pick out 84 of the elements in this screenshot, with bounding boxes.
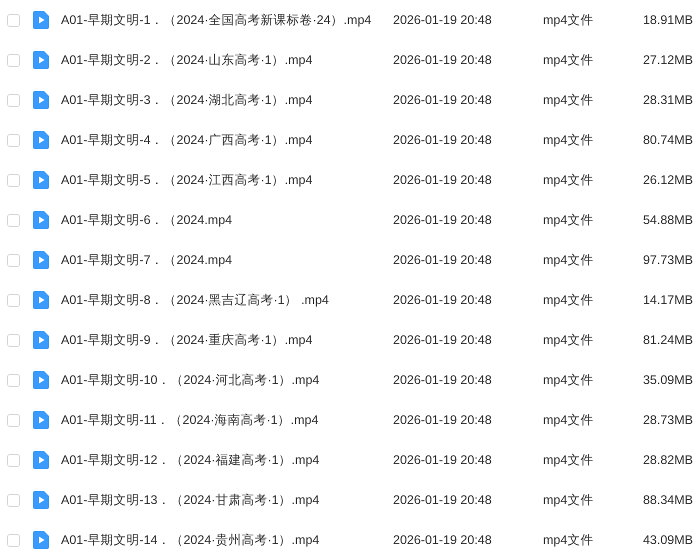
video-file-icon (33, 171, 49, 189)
file-type: mp4文件 (543, 532, 594, 548)
video-file-icon (33, 251, 49, 269)
file-type: mp4文件 (543, 12, 594, 28)
checkbox[interactable] (7, 414, 20, 426)
file-size: 28.73MB (642, 413, 693, 427)
modified-date: 2026-01-19 20:48 (393, 253, 493, 267)
checkbox[interactable] (7, 54, 20, 66)
file-type: mp4文件 (543, 332, 594, 348)
file-type: mp4文件 (543, 292, 594, 308)
checkbox[interactable] (7, 494, 20, 506)
file-size: 80.74MB (642, 133, 693, 147)
file-size: 35.09MB (642, 373, 693, 387)
checkbox[interactable] (7, 454, 20, 466)
video-file-icon (33, 51, 49, 69)
file-size: 81.24MB (642, 333, 693, 347)
modified-date: 2026-01-19 20:48 (393, 293, 493, 307)
modified-date: 2026-01-19 20:48 (393, 333, 493, 347)
file-name[interactable]: A01-早期文明-9．（2024·重庆高考·1）.mp4 (61, 332, 393, 348)
file-name[interactable]: A01-早期文明-6．（2024.mp4 (61, 212, 393, 228)
file-type: mp4文件 (543, 252, 594, 268)
file-name[interactable]: A01-早期文明-7．（2024.mp4 (61, 252, 393, 268)
file-name[interactable]: A01-早期文明-1．（2024·全国高考新课标卷·24）.mp4 (61, 12, 393, 28)
file-size: 27.12MB (642, 53, 693, 67)
file-name[interactable]: A01-早期文明-3．（2024·湖北高考·1）.mp4 (61, 92, 393, 108)
checkbox[interactable] (7, 94, 20, 106)
modified-date: 2026-01-19 20:48 (393, 53, 493, 67)
file-size: 26.12MB (642, 173, 693, 187)
file-size: 54.88MB (642, 213, 693, 227)
checkbox[interactable] (7, 174, 20, 186)
file-type: mp4文件 (543, 412, 594, 428)
video-file-icon (33, 451, 49, 469)
video-file-icon (33, 211, 49, 229)
file-size: 18.91MB (642, 13, 693, 27)
modified-date: 2026-01-19 20:48 (393, 453, 493, 467)
video-file-icon (33, 131, 49, 149)
file-type: mp4文件 (543, 452, 594, 468)
file-name[interactable]: A01-早期文明-8．（2024·黑吉辽高考·1） .mp4 (61, 292, 393, 308)
checkbox[interactable] (7, 294, 20, 306)
file-type: mp4文件 (543, 132, 594, 148)
file-size: 43.09MB (642, 533, 693, 547)
modified-date: 2026-01-19 20:48 (393, 133, 493, 147)
modified-date: 2026-01-19 20:48 (393, 413, 493, 427)
file-type: mp4文件 (543, 92, 594, 108)
checkbox[interactable] (7, 254, 20, 266)
video-file-icon (33, 491, 49, 509)
file-size: 97.73MB (642, 253, 693, 267)
checkbox[interactable] (7, 134, 20, 146)
file-size: 28.82MB (642, 453, 693, 467)
checkbox[interactable] (7, 374, 20, 386)
file-type: mp4文件 (543, 212, 594, 228)
modified-date: 2026-01-19 20:48 (393, 533, 493, 547)
file-name[interactable]: A01-早期文明-10．（2024·河北高考·1）.mp4 (61, 372, 393, 388)
file-name[interactable]: A01-早期文明-12．（2024·福建高考·1）.mp4 (61, 452, 393, 468)
modified-date: 2026-01-19 20:48 (393, 93, 493, 107)
video-file-icon (33, 371, 49, 389)
file-name[interactable]: A01-早期文明-14．（2024·贵州高考·1）.mp4 (61, 532, 393, 548)
file-type: mp4文件 (543, 492, 594, 508)
file-name[interactable]: A01-早期文明-5．（2024·江西高考·1）.mp4 (61, 172, 393, 188)
modified-date: 2026-01-19 20:48 (393, 373, 493, 387)
checkbox[interactable] (7, 334, 20, 346)
file-name[interactable]: A01-早期文明-11．（2024·海南高考·1）.mp4 (61, 412, 393, 428)
video-file-icon (33, 331, 49, 349)
modified-date: 2026-01-19 20:48 (393, 13, 493, 27)
file-type: mp4文件 (543, 372, 594, 388)
video-file-icon (33, 411, 49, 429)
file-type: mp4文件 (543, 172, 594, 188)
video-file-icon (33, 291, 49, 309)
modified-date: 2026-01-19 20:48 (393, 173, 493, 187)
file-name[interactable]: A01-早期文明-2．（2024·山东高考·1）.mp4 (61, 52, 393, 68)
modified-date: 2026-01-19 20:48 (393, 493, 493, 507)
file-name[interactable]: A01-早期文明-4．（2024·广西高考·1）.mp4 (61, 132, 393, 148)
checkbox[interactable] (7, 214, 20, 226)
file-size: 88.34MB (642, 493, 693, 507)
file-name[interactable]: A01-早期文明-13．（2024·甘肃高考·1）.mp4 (61, 492, 393, 508)
modified-date: 2026-01-19 20:48 (393, 213, 493, 227)
video-file-icon (33, 11, 49, 29)
file-size: 14.17MB (642, 293, 693, 307)
file-size: 28.31MB (642, 93, 693, 107)
video-file-icon (33, 91, 49, 109)
video-file-icon (33, 531, 49, 549)
checkbox[interactable] (7, 14, 20, 26)
file-type: mp4文件 (543, 52, 594, 68)
checkbox[interactable] (7, 534, 20, 546)
